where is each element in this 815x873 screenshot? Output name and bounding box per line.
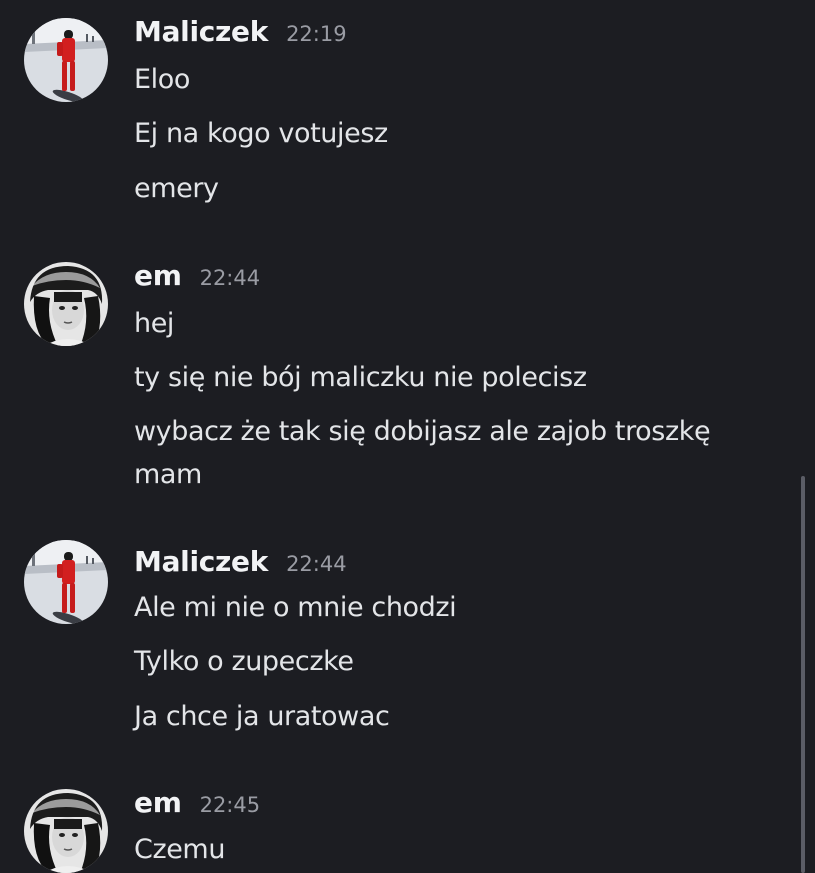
- scrollbar-thumb[interactable]: [801, 476, 805, 873]
- message-header: Maliczek 22:44: [134, 545, 347, 583]
- message-text[interactable]: wybacz że tak się dobijasz ale zajob tro…: [134, 410, 774, 454]
- timestamp: 22:44: [286, 552, 347, 576]
- timestamp: 22:19: [286, 22, 347, 46]
- message-header: Maliczek 22:19: [134, 15, 347, 53]
- message-text[interactable]: Ja chce ja uratowac: [134, 695, 774, 739]
- message-text[interactable]: emery: [134, 167, 774, 211]
- message-text[interactable]: mam: [134, 453, 774, 497]
- username[interactable]: em: [134, 259, 182, 292]
- chat-message-list[interactable]: Maliczek 22:19 Eloo Ej na kogo votujesz …: [0, 0, 815, 873]
- message-header: em 22:45: [134, 786, 260, 824]
- snowboarder-avatar[interactable]: [24, 540, 108, 624]
- bw-portrait-avatar[interactable]: [24, 262, 108, 346]
- username[interactable]: Maliczek: [134, 545, 268, 578]
- message-text[interactable]: Tylko o zupeczke: [134, 640, 774, 684]
- message-header: em 22:44: [134, 259, 260, 297]
- message-text[interactable]: ty się nie bój maliczku nie polecisz: [134, 356, 774, 400]
- timestamp: 22:45: [199, 793, 261, 817]
- message-text[interactable]: Ale mi nie o mnie chodzi: [134, 586, 774, 630]
- bw-portrait-avatar[interactable]: [24, 789, 108, 873]
- username[interactable]: em: [134, 786, 182, 819]
- message-text[interactable]: Ej na kogo votujesz: [134, 112, 774, 156]
- timestamp: 22:44: [199, 266, 261, 290]
- message-text[interactable]: Czemu: [134, 828, 774, 872]
- message-text[interactable]: hej: [134, 302, 774, 346]
- message-text[interactable]: Eloo: [134, 58, 774, 102]
- snowboarder-avatar[interactable]: [24, 18, 108, 102]
- username[interactable]: Maliczek: [134, 15, 268, 48]
